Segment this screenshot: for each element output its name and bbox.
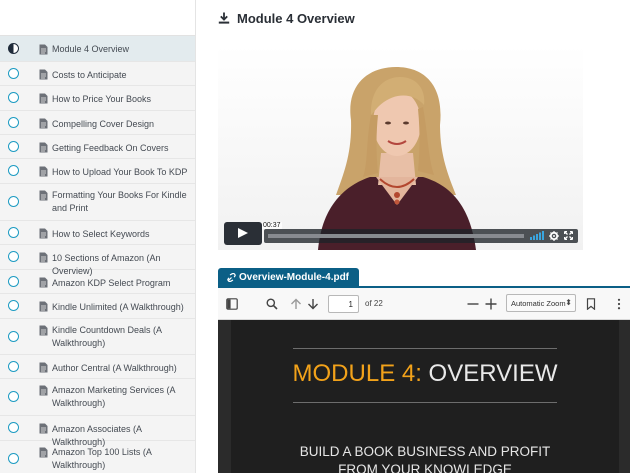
- page-count: of 22: [365, 299, 383, 308]
- video-player[interactable]: [218, 45, 583, 250]
- zoom-out-icon[interactable]: [467, 298, 479, 310]
- progress-circle-icon[interactable]: [8, 92, 19, 103]
- app-root: Module 4 Overview Costs to Anticipate How …: [0, 0, 630, 473]
- progress-circle-icon[interactable]: [8, 140, 19, 152]
- document-icon: [39, 166, 48, 177]
- lesson-item[interactable]: 10 Sections of Amazon (An Overview): [0, 245, 195, 276]
- progress-circle-icon[interactable]: [8, 360, 19, 372]
- lesson-item[interactable]: Kindle Unlimited (A Walkthrough): [0, 294, 195, 319]
- document-icon: [39, 228, 48, 239]
- progress-circle-icon[interactable]: [8, 300, 19, 311]
- pdf-subheading-line2: FROM YOUR KNOWLEDGE: [338, 462, 512, 473]
- progress-circle-icon[interactable]: [8, 452, 19, 464]
- more-options-icon[interactable]: [613, 298, 625, 310]
- attachment-link-icon: [227, 272, 236, 282]
- settings-gear-icon[interactable]: [549, 231, 559, 241]
- lesson-label: Module 4 Overview: [52, 44, 130, 54]
- zoom-in-icon[interactable]: [485, 298, 497, 310]
- pdf-heading-module: MODULE 4:: [292, 360, 422, 387]
- lesson-item[interactable]: Module 4 Overview: [0, 36, 195, 62]
- lesson-label: Author Central (A Walkthrough): [52, 363, 177, 373]
- progress-circle-icon[interactable]: [8, 422, 19, 433]
- pdf-tab-label: Overview-Module-4.pdf: [239, 271, 350, 283]
- lesson-item[interactable]: How to Select Keywords: [0, 221, 195, 245]
- document-icon: [39, 44, 48, 55]
- progress-circle-icon[interactable]: [8, 330, 19, 342]
- lesson-label: Formatting Your Books For Kindle and Pri…: [52, 190, 187, 213]
- page-number-input[interactable]: 1: [328, 295, 359, 313]
- page-title: Module 4 Overview: [237, 10, 355, 26]
- lesson-label: Amazon KDP Select Program: [52, 278, 171, 288]
- download-icon[interactable]: [218, 12, 230, 24]
- lesson-item[interactable]: How to Price Your Books: [0, 86, 195, 111]
- document-icon: [39, 118, 48, 129]
- lesson-label: Amazon Marketing Services (A Walkthrough…: [52, 385, 176, 408]
- lesson-item[interactable]: Formatting Your Books For Kindle and Pri…: [0, 184, 195, 221]
- document-icon: [39, 447, 48, 458]
- progress-half-circle-icon[interactable]: [8, 42, 19, 54]
- document-icon: [39, 252, 48, 263]
- volume-icon[interactable]: [530, 231, 544, 240]
- next-page-icon[interactable]: [307, 298, 319, 310]
- lesson-item[interactable]: Getting Feedback On Covers: [0, 135, 195, 159]
- lesson-label: Getting Feedback On Covers: [52, 143, 169, 153]
- document-icon: [39, 93, 48, 104]
- zoom-select[interactable]: Automatic Zoom: [506, 294, 576, 312]
- lesson-label: Compelling Cover Design: [52, 119, 155, 129]
- pdf-top-rule: [293, 348, 557, 349]
- fullscreen-icon[interactable]: [564, 231, 573, 240]
- document-icon: [39, 301, 48, 312]
- document-icon: [39, 385, 48, 396]
- document-icon: [39, 277, 48, 288]
- lesson-item[interactable]: Author Central (A Walkthrough): [0, 355, 195, 379]
- lesson-label: How to Select Keywords: [52, 229, 150, 239]
- progress-circle-icon[interactable]: [8, 251, 19, 262]
- lesson-item[interactable]: Amazon Top 100 Lists (A Walkthrough): [0, 441, 195, 473]
- lesson-title-row: Module 4 Overview: [218, 9, 355, 27]
- pdf-subheading-line1: BUILD A BOOK BUSINESS AND PROFIT: [299, 444, 551, 459]
- lesson-item[interactable]: Costs to Anticipate: [0, 62, 195, 86]
- lesson-label: Kindle Countdown Deals (A Walkthrough): [52, 325, 162, 348]
- document-icon: [39, 423, 48, 434]
- document-icon: [39, 362, 48, 373]
- sidebar-header: [0, 0, 195, 36]
- lesson-item[interactable]: Amazon Associates (A Walkthrough): [0, 416, 195, 447]
- lesson-item[interactable]: How to Upload Your Book To KDP: [0, 159, 195, 184]
- pdf-page-heading: MODULE 4: OVERVIEW: [231, 360, 619, 388]
- progress-circle-icon[interactable]: [8, 226, 19, 238]
- progress-circle-icon[interactable]: [8, 391, 19, 402]
- search-icon[interactable]: [266, 298, 278, 310]
- pdf-bottom-rule: [293, 402, 557, 403]
- lesson-item[interactable]: Amazon Marketing Services (A Walkthrough…: [0, 379, 195, 416]
- document-icon: [39, 69, 48, 80]
- play-button[interactable]: [224, 222, 262, 245]
- video-time: 00:37: [262, 222, 282, 229]
- video-progress-track[interactable]: [268, 234, 524, 238]
- lesson-item[interactable]: Amazon KDP Select Program: [0, 270, 195, 294]
- progress-circle-icon[interactable]: [8, 116, 19, 128]
- progress-circle-icon[interactable]: [8, 275, 19, 287]
- lesson-label: How to Price Your Books: [52, 94, 152, 104]
- progress-circle-icon[interactable]: [8, 67, 19, 79]
- pdf-heading-overview: OVERVIEW: [421, 360, 558, 387]
- lesson-label: Kindle Unlimited (A Walkthrough): [52, 302, 184, 312]
- presenter-image: [318, 67, 476, 250]
- lesson-label: How to Upload Your Book To KDP: [52, 167, 188, 177]
- lesson-label: Costs to Anticipate: [52, 70, 127, 80]
- document-icon: [39, 325, 48, 336]
- progress-circle-icon[interactable]: [8, 196, 19, 207]
- lesson-label: Amazon Top 100 Lists (A Walkthrough): [52, 447, 152, 470]
- document-icon: [39, 142, 48, 153]
- lesson-item[interactable]: Kindle Countdown Deals (A Walkthrough): [0, 319, 195, 355]
- document-icon: [39, 190, 48, 201]
- bookmark-icon[interactable]: [585, 298, 597, 310]
- progress-circle-icon[interactable]: [8, 165, 19, 176]
- pdf-page-subheading: BUILD A BOOK BUSINESS AND PROFIT FROM YO…: [231, 443, 619, 473]
- pdf-attachment-tab[interactable]: Overview-Module-4.pdf: [218, 268, 360, 286]
- sidebar-toggle-icon[interactable]: [226, 298, 238, 310]
- lesson-item[interactable]: Compelling Cover Design: [0, 111, 195, 135]
- lesson-sidebar: Module 4 Overview Costs to Anticipate How …: [0, 0, 196, 473]
- previous-page-icon[interactable]: [290, 298, 302, 310]
